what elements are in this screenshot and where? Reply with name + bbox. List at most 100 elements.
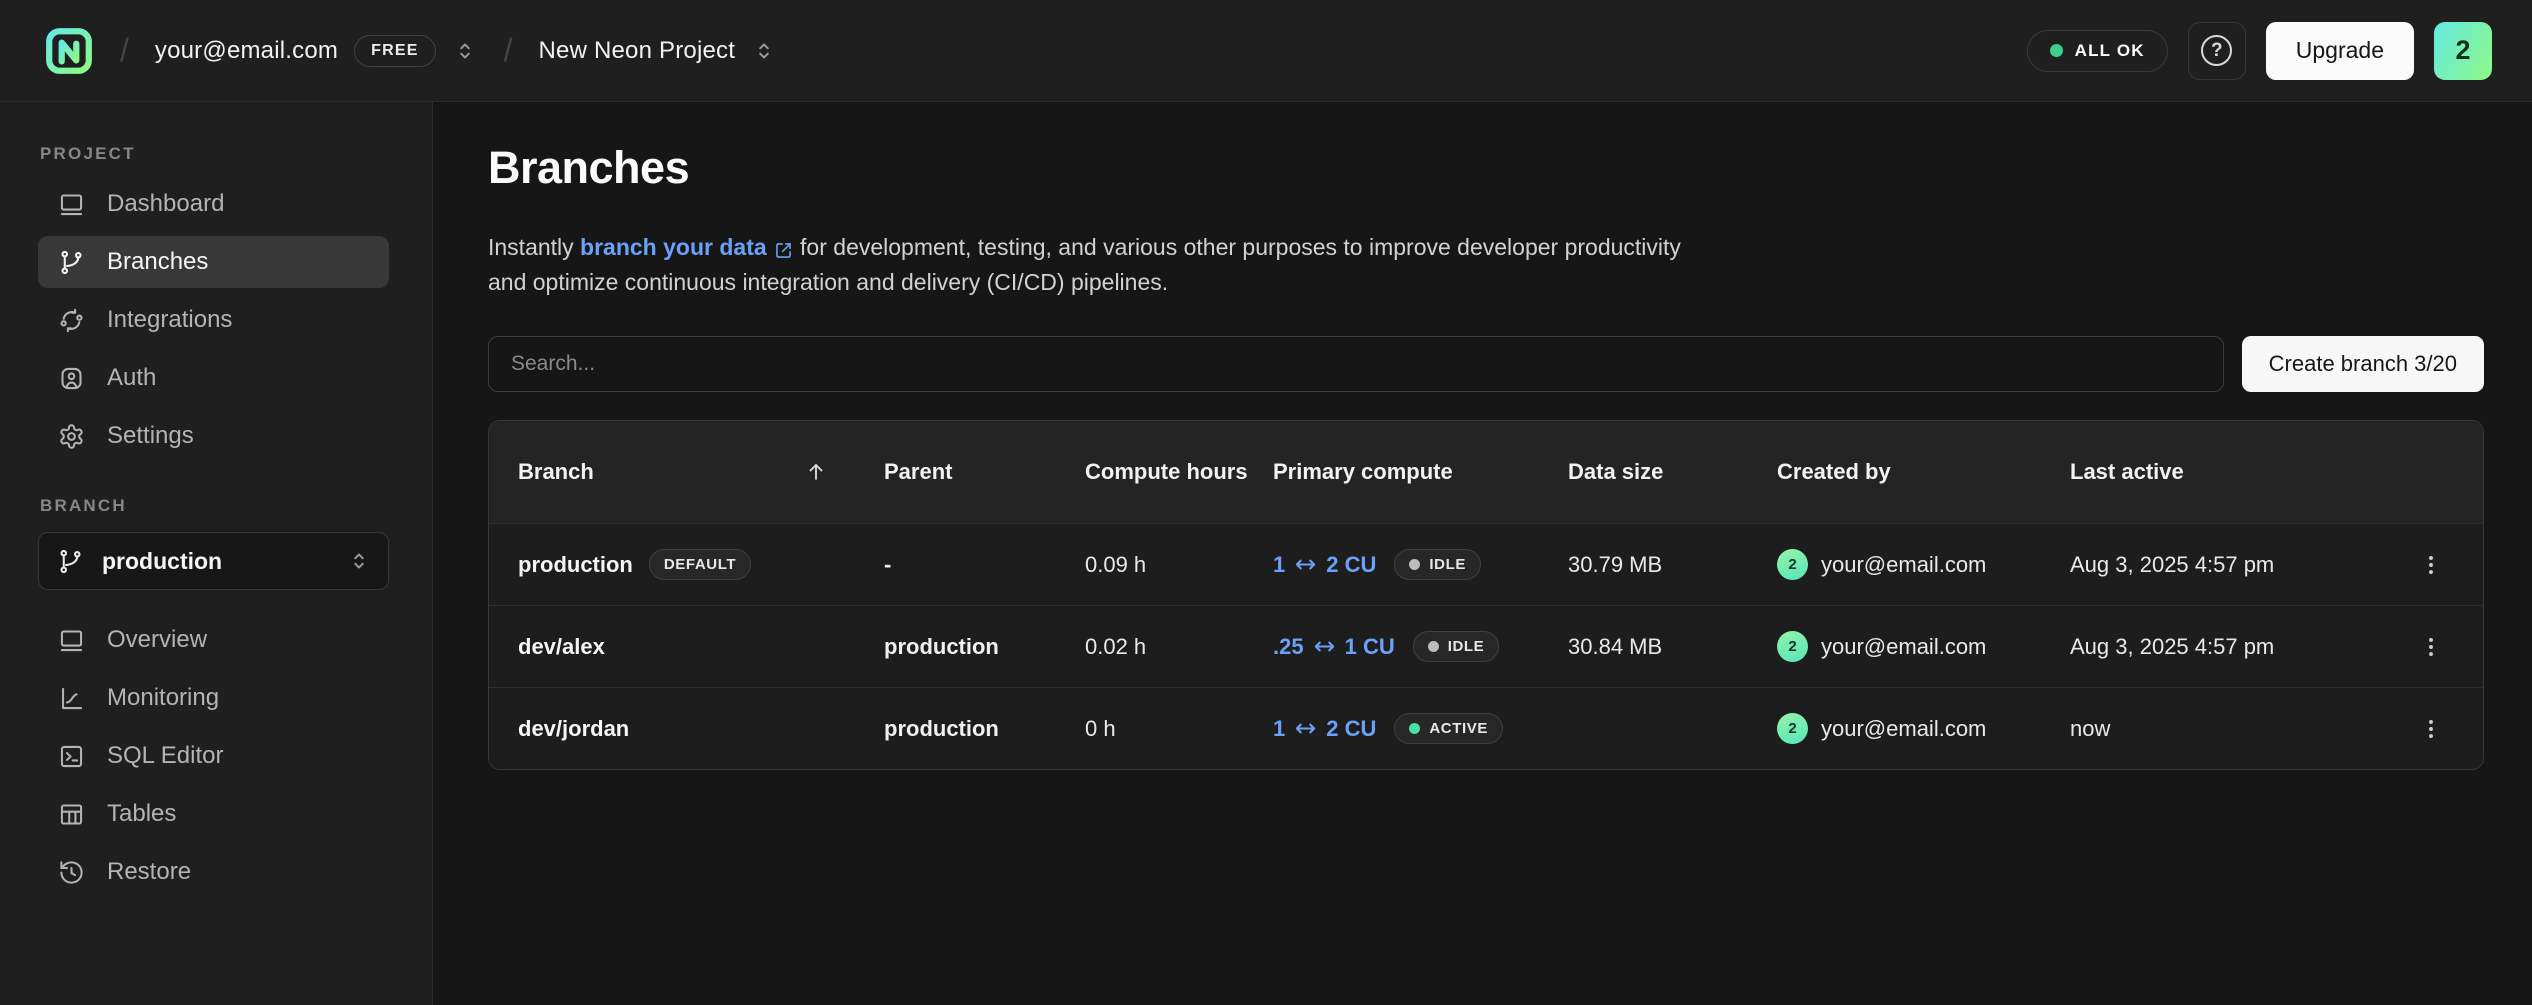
table-grid-icon [58, 801, 85, 828]
sidebar-item-overview[interactable]: Overview [38, 614, 389, 666]
page-description: Instantly branch your data for developme… [488, 230, 1988, 300]
sort-ascending-icon [804, 460, 828, 484]
parent-branch: - [884, 552, 891, 578]
sidebar-item-label: Integrations [107, 306, 232, 334]
table-row-dev-alex[interactable]: dev/alex production 0.02 h .25 1 CU IDLE… [489, 605, 2483, 687]
compute-state-badge: IDLE [1413, 631, 1500, 662]
sidebar-item-label: Settings [107, 422, 194, 450]
sidebar-item-restore[interactable]: Restore [38, 846, 389, 898]
monitoring-chart-icon [58, 685, 85, 712]
external-link-icon [773, 240, 794, 261]
search-input[interactable] [488, 336, 2224, 392]
description-text: for development, testing, and various ot… [794, 234, 1681, 260]
main-content: Branches Instantly branch your data for … [433, 102, 2532, 1005]
git-branch-icon [57, 548, 84, 575]
avatar: 2 [1777, 631, 1808, 662]
sidebar-item-auth[interactable]: Auth [38, 352, 389, 404]
sidebar-item-label: Auth [107, 364, 156, 392]
sidebar-item-label: Tables [107, 800, 176, 828]
table-header-row: Branch Parent Compute hours Primary comp… [489, 421, 2483, 523]
avatar: 2 [1777, 713, 1808, 744]
sidebar-item-integrations[interactable]: Integrations [38, 294, 389, 346]
sidebar-item-dashboard[interactable]: Dashboard [38, 178, 389, 230]
help-button[interactable]: ? [2188, 22, 2246, 80]
table-row-production[interactable]: production DEFAULT - 0.09 h 1 2 CU IDLE [489, 523, 2483, 605]
compute-state-badge: ACTIVE [1394, 713, 1503, 744]
sidebar-item-label: Dashboard [107, 190, 224, 218]
auth-user-badge-icon [58, 365, 85, 392]
compute-state-badge: IDLE [1394, 549, 1481, 580]
column-header-parent: Parent [884, 458, 1085, 486]
restore-history-icon [58, 859, 85, 886]
default-badge: DEFAULT [649, 549, 751, 580]
row-menu-button[interactable] [2411, 627, 2451, 667]
last-active: Aug 3, 2025 4:57 pm [2070, 634, 2274, 660]
row-menu-button[interactable] [2411, 709, 2451, 749]
branch-name: production [518, 552, 633, 578]
account-email: your@email.com [155, 37, 338, 65]
data-size: 30.79 MB [1568, 552, 1662, 578]
sidebar-item-settings[interactable]: Settings [38, 410, 389, 462]
overview-icon [58, 627, 85, 654]
sidebar-item-label: SQL Editor [107, 742, 224, 770]
plan-badge: FREE [354, 35, 435, 67]
notifications-button[interactable]: 2 [2434, 22, 2492, 80]
row-menu-button[interactable] [2411, 545, 2451, 585]
project-name: New Neon Project [538, 37, 735, 65]
chevron-up-down-icon [346, 548, 372, 574]
org-selector[interactable]: your@email.com FREE [155, 35, 478, 67]
state-dot-icon [1409, 723, 1420, 734]
page-title: Branches [488, 142, 2484, 194]
top-header: / your@email.com FREE / New Neon Project… [0, 0, 2532, 102]
parent-branch: production [884, 634, 999, 660]
column-header-last-active: Last active [2070, 458, 2411, 486]
avatar: 2 [1777, 549, 1808, 580]
chevron-up-down-icon [751, 38, 777, 64]
sidebar-item-monitoring[interactable]: Monitoring [38, 672, 389, 724]
last-active: Aug 3, 2025 4:57 pm [2070, 552, 2274, 578]
compute-size-link[interactable]: 1 2 CU [1273, 716, 1376, 742]
selected-branch-name: production [102, 548, 222, 575]
neon-logo[interactable] [44, 26, 94, 76]
state-dot-icon [1409, 559, 1420, 570]
integrations-icon [58, 307, 85, 334]
project-selector[interactable]: New Neon Project [538, 37, 777, 65]
upgrade-button[interactable]: Upgrade [2266, 22, 2414, 80]
sidebar-item-sql-editor[interactable]: SQL Editor [38, 730, 389, 782]
sidebar-item-label: Overview [107, 626, 207, 654]
column-header-branch[interactable]: Branch [489, 458, 884, 486]
creator-email: your@email.com [1821, 716, 1986, 742]
chevron-up-down-icon [452, 38, 478, 64]
column-header-created-by: Created by [1777, 458, 2070, 486]
parent-branch: production [884, 716, 999, 742]
system-status-pill[interactable]: ALL OK [2027, 30, 2168, 72]
description-text: Instantly [488, 234, 580, 260]
breadcrumb-slash: / [498, 32, 519, 69]
compute-hours: 0.09 h [1085, 552, 1146, 578]
dashboard-icon [58, 191, 85, 218]
branch-your-data-link[interactable]: branch your data [580, 230, 794, 265]
sidebar-item-label: Monitoring [107, 684, 219, 712]
kebab-menu-icon [2418, 716, 2444, 742]
compute-hours: 0 h [1085, 716, 1116, 742]
compute-size-link[interactable]: 1 2 CU [1273, 552, 1376, 578]
compute-size-link[interactable]: .25 1 CU [1273, 634, 1395, 660]
breadcrumb-slash: / [114, 32, 135, 69]
last-active: now [2070, 716, 2110, 742]
kebab-menu-icon [2418, 552, 2444, 578]
autoscale-arrow-icon [1294, 553, 1317, 576]
state-dot-icon [1428, 641, 1439, 652]
create-branch-button[interactable]: Create branch 3/20 [2242, 336, 2484, 392]
sidebar-item-tables[interactable]: Tables [38, 788, 389, 840]
sidebar-item-branches[interactable]: Branches [38, 236, 389, 288]
creator-email: your@email.com [1821, 634, 1986, 660]
branch-controls: Create branch 3/20 [488, 336, 2484, 392]
sidebar: PROJECT Dashboard Branches Integrations [0, 102, 433, 1005]
branches-table: Branch Parent Compute hours Primary comp… [488, 420, 2484, 770]
project-section-label: PROJECT [40, 144, 432, 164]
creator-email: your@email.com [1821, 552, 1986, 578]
table-row-dev-jordan[interactable]: dev/jordan production 0 h 1 2 CU ACTIVE [489, 687, 2483, 769]
branch-selector-dropdown[interactable]: production [38, 532, 389, 590]
description-text: and optimize continuous integration and … [488, 269, 1168, 295]
column-header-compute-hours: Compute hours [1085, 458, 1273, 486]
